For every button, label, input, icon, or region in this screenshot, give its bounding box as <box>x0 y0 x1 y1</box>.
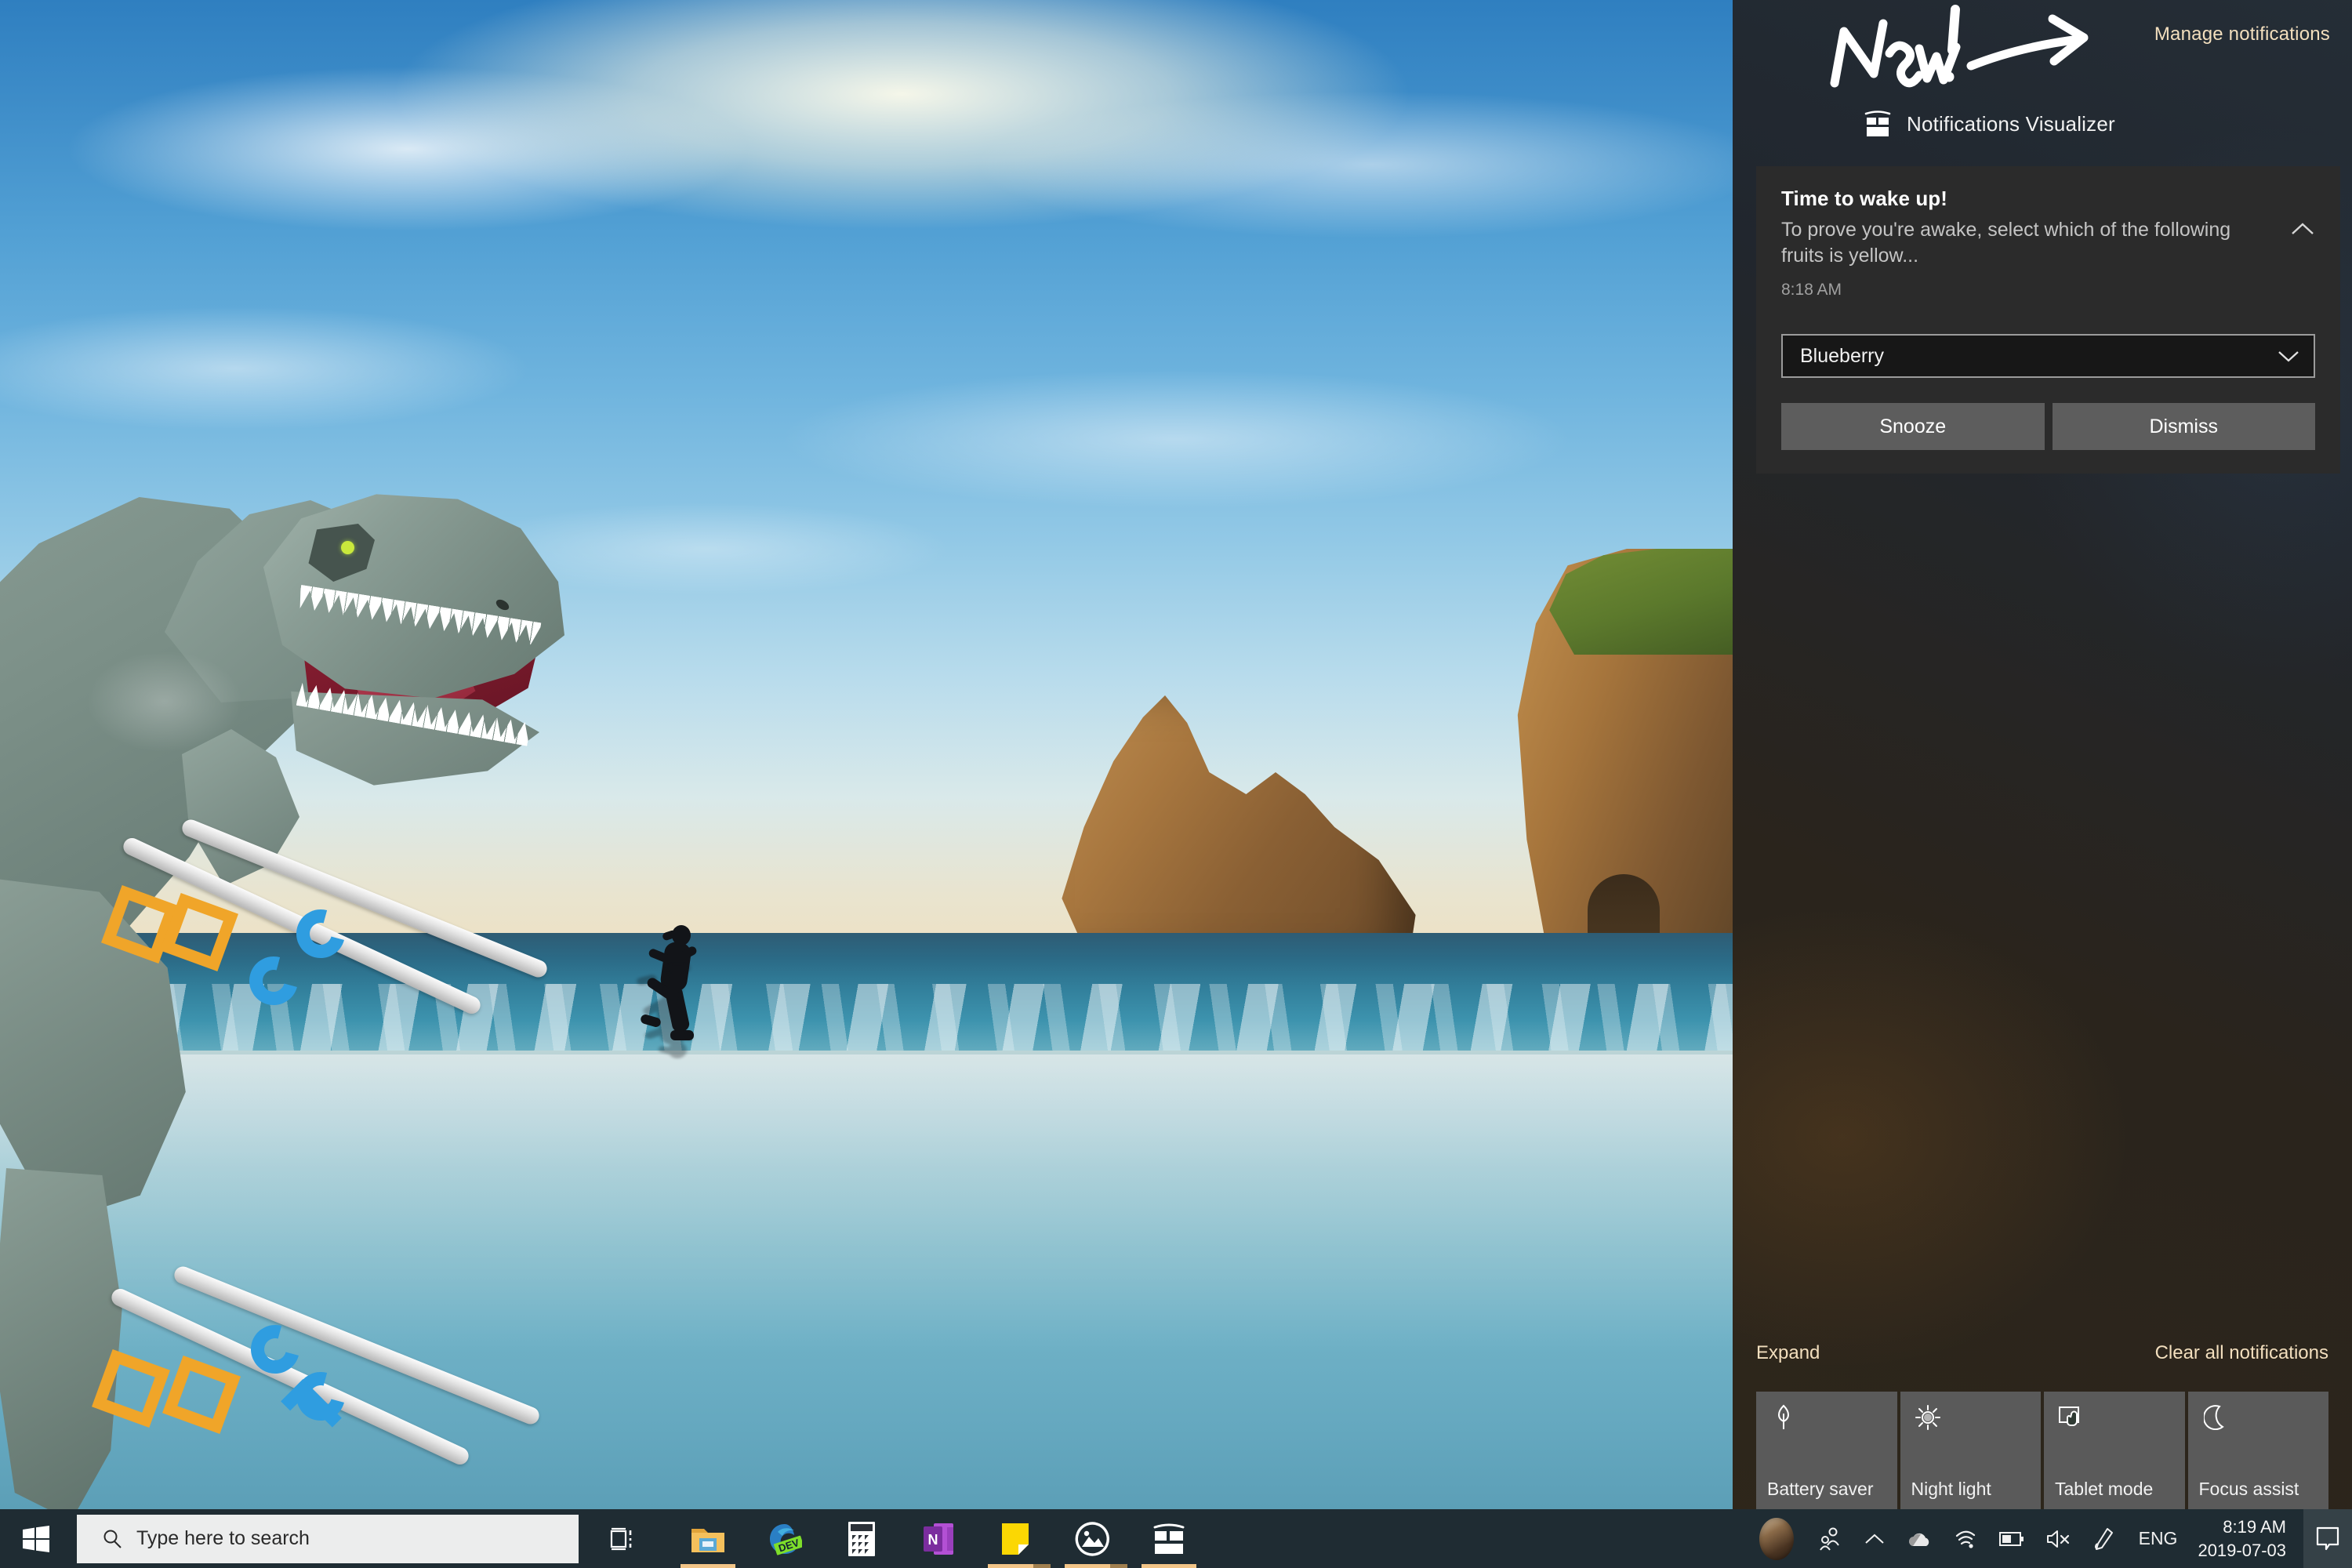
pen-icon <box>2094 1527 2113 1550</box>
windows-start-icon <box>23 1525 49 1552</box>
photos-icon <box>1075 1521 1109 1556</box>
onedrive-cloud-icon <box>1908 1533 1929 1546</box>
search-input[interactable]: Type here to search <box>77 1514 579 1563</box>
tray-volume-button[interactable] <box>2035 1509 2082 1568</box>
notification-title: Time to wake up! <box>1781 187 1948 210</box>
taskbar-app-sticky-notes[interactable] <box>977 1509 1054 1568</box>
user-avatar[interactable] <box>1759 1517 1794 1560</box>
task-view-icon <box>610 1527 632 1550</box>
quick-action-night-light[interactable]: Night light <box>1900 1392 2041 1509</box>
manage-notifications-link[interactable]: Manage notifications <box>2154 24 2330 45</box>
start-button[interactable] <box>0 1509 72 1568</box>
tray-onedrive-button[interactable] <box>1896 1509 1943 1568</box>
t-rex-shin <box>0 1168 122 1509</box>
quick-action-label: Tablet mode <box>2055 1479 2154 1499</box>
chevron-up-icon <box>1864 1534 1884 1544</box>
taskbar-app-notifications-visualizer[interactable] <box>1131 1509 1207 1568</box>
t-rex-overlay <box>0 439 596 1509</box>
taskbar-running-indicator <box>681 1564 735 1568</box>
action-center-footer: Expand Clear all notifications <box>1733 1342 2352 1364</box>
notification-timestamp: 8:18 AM <box>1781 281 1842 299</box>
t-rex-eye <box>341 541 354 554</box>
taskbar-app-file-explorer[interactable] <box>670 1509 746 1568</box>
fruit-select-dropdown[interactable]: Blueberry <box>1781 334 2315 378</box>
dismiss-button[interactable]: Dismiss <box>2052 403 2315 450</box>
notifications-visualizer-icon <box>1153 1523 1185 1554</box>
taskbar-secondary-indicator <box>1110 1564 1127 1568</box>
volume-muted-icon <box>2046 1530 2069 1548</box>
svg-text:N: N <box>928 1532 938 1548</box>
screen: Manage notifications Notifications Visua… <box>0 0 2352 1568</box>
notification-app-name: Notifications Visualizer <box>1907 111 2115 136</box>
tray-clock[interactable]: 8:19 AM 2019-07-03 <box>2190 1509 2303 1568</box>
taskbar: Type here to search DEV N ENG 8:19 AM 20… <box>0 1509 2352 1568</box>
tablet-touch-icon <box>2056 1403 2086 1432</box>
clear-all-notifications-link[interactable]: Clear all notifications <box>2155 1342 2328 1364</box>
expand-link[interactable]: Expand <box>1756 1342 1820 1364</box>
taskbar-app-calculator[interactable] <box>823 1509 900 1568</box>
taskbar-app-buttons: DEV N <box>670 1509 1207 1568</box>
quick-action-label: Night light <box>1911 1479 1991 1499</box>
desktop-wallpaper[interactable] <box>0 0 1733 1509</box>
fruit-select-value: Blueberry <box>1800 344 1884 367</box>
battery-icon <box>1998 1531 2024 1546</box>
snooze-button[interactable]: Snooze <box>1781 403 2045 450</box>
notification-action-buttons: Snooze Dismiss <box>1781 403 2315 450</box>
moon-icon <box>2201 1403 2230 1432</box>
taskbar-app-photos[interactable] <box>1054 1509 1131 1568</box>
chevron-down-icon <box>2278 350 2299 362</box>
t-rex-highlight <box>86 651 243 753</box>
folder-icon <box>691 1528 724 1552</box>
action-center-panel: Manage notifications Notifications Visua… <box>1733 0 2352 1509</box>
taskbar-app-edge-dev[interactable]: DEV <box>746 1509 823 1568</box>
chevron-up-icon <box>2292 223 2314 234</box>
ski-pole-basket-1 <box>287 900 354 967</box>
quick-actions-grid: Battery saver Night light Tablet mode Fo… <box>1733 1392 2352 1509</box>
quick-action-battery-saver[interactable]: Battery saver <box>1756 1392 1897 1509</box>
system-tray: ENG 8:19 AM 2019-07-03 <box>1744 1509 2352 1568</box>
leaf-icon <box>1769 1403 1798 1432</box>
taskbar-running-indicator <box>1142 1564 1196 1568</box>
search-placeholder: Type here to search <box>136 1527 310 1549</box>
taskbar-app-onenote[interactable]: N <box>900 1509 977 1568</box>
sticky-notes-icon <box>1002 1523 1029 1555</box>
taskbar-secondary-indicator <box>1033 1564 1051 1568</box>
tray-pen-workspace-button[interactable] <box>2082 1509 2126 1568</box>
sun-icon <box>1913 1403 1943 1432</box>
action-center-button[interactable] <box>2303 1509 2352 1568</box>
wifi-icon <box>1955 1530 1975 1548</box>
task-view-button[interactable] <box>586 1509 659 1568</box>
tray-language-indicator[interactable]: ENG <box>2126 1528 2190 1549</box>
onenote-icon: N <box>924 1523 953 1555</box>
calculator-icon <box>848 1521 875 1556</box>
action-center-header: Manage notifications Notifications Visua… <box>1733 0 2352 172</box>
tray-battery-button[interactable] <box>1988 1509 2035 1568</box>
ski-pole-grip-4 <box>162 1356 241 1434</box>
quick-action-label: Battery saver <box>1767 1479 1874 1499</box>
search-icon <box>103 1530 122 1548</box>
wallpaper-runner-reflection <box>635 962 707 1058</box>
tray-clock-time: 8:19 AM <box>2223 1517 2286 1537</box>
notification-body: To prove you're awake, select which of t… <box>1781 219 2231 267</box>
tray-show-hidden-icons-button[interactable] <box>1853 1509 1896 1568</box>
tray-people-button[interactable] <box>1806 1509 1853 1568</box>
notification-card[interactable]: Time to wake up! To prove you're awake, … <box>1756 166 2340 474</box>
notification-app-header: Notifications Visualizer <box>1864 110 2115 138</box>
handwritten-new-arrow-icon <box>1830 5 2089 88</box>
people-icon <box>1819 1527 1839 1551</box>
notification-collapse-button[interactable] <box>2281 207 2325 251</box>
tray-clock-date: 2019-07-03 <box>2198 1540 2286 1560</box>
quick-action-focus-assist[interactable]: Focus assist <box>2187 1392 2328 1509</box>
quick-action-label: Focus assist <box>2198 1479 2299 1499</box>
action-center-icon <box>2316 1526 2339 1550</box>
notifications-visualizer-icon <box>1864 111 1891 136</box>
edge-dev-icon: DEV <box>770 1523 802 1555</box>
ski-pole-basket-2 <box>240 947 307 1014</box>
tray-network-button[interactable] <box>1943 1509 1988 1568</box>
quick-action-tablet-mode[interactable]: Tablet mode <box>2044 1392 2185 1509</box>
